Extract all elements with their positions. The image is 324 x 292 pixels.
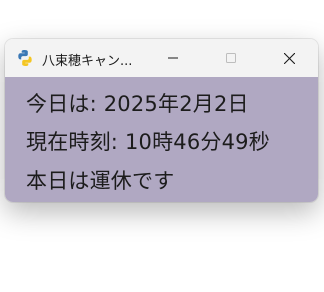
minimize-button[interactable] [144,39,202,77]
maximize-icon [226,53,236,63]
close-icon [283,52,295,64]
close-button[interactable] [260,39,318,77]
time-label: 現在時刻: 10時46分49秒 [26,130,270,154]
date-label: 今日は: 2025年2月2日 [26,92,249,116]
service-status-label: 本日は運休です [26,169,175,193]
title-bar[interactable]: 八束穂キャン... [5,39,318,77]
app-window: 八束穂キャン... 今日は: 2025年2月2日 現在時刻: 10時46分49秒… [5,39,318,202]
python-app-icon [18,50,32,66]
window-title: 八束穂キャン... [42,54,133,69]
client-area: 今日は: 2025年2月2日 現在時刻: 10時46分49秒 本日は運休です [5,77,318,202]
maximize-button[interactable] [202,39,260,77]
minimize-icon [168,57,178,59]
